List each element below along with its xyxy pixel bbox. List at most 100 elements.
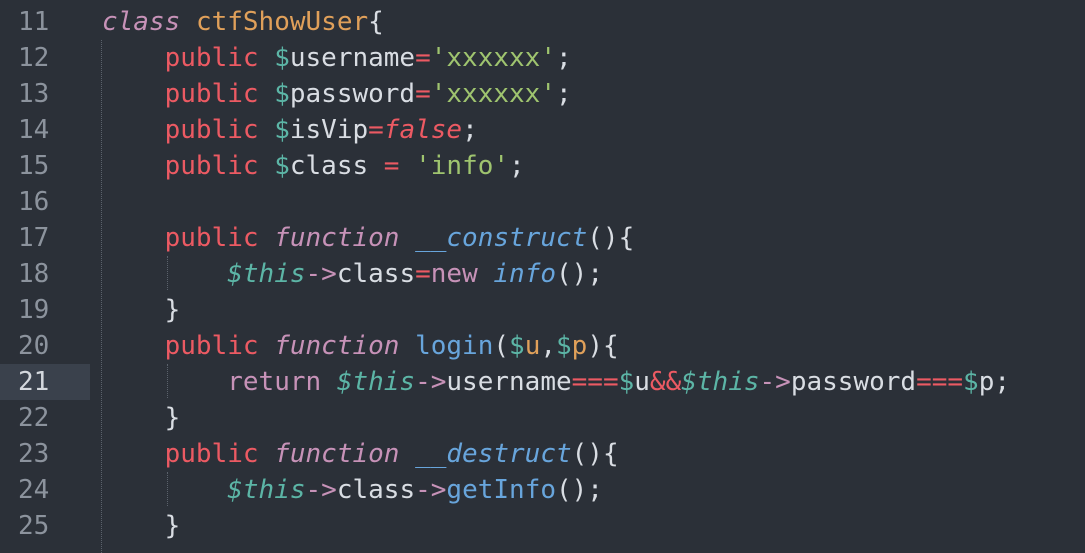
code-token: public [164,151,259,181]
code-token: p [571,331,588,361]
code-token: 'info' [415,151,510,181]
line-number: 13 [18,79,50,109]
code-line[interactable]: 17 public function __construct(){ [0,220,1085,256]
code-line[interactable]: 11 class ctfShowUser{ [0,4,1085,40]
code-token: public [164,439,259,469]
code-token: class [336,475,416,505]
line-number: 14 [18,115,50,145]
code-line[interactable]: 20 public function login($u,$p){ [0,328,1085,364]
code-editor[interactable]: 25 } 24 $this->class->getInfo(); 23 public… [0,0,1085,553]
code-token: login [415,331,494,361]
code-token: = [415,43,431,73]
code-token: function [274,331,400,361]
code-token: $ [274,43,290,73]
code-token: public [164,79,259,109]
code-line[interactable]: 19 } [0,292,1085,328]
code-line[interactable]: 16 [0,184,1085,220]
code-token: $this [227,259,306,289]
code-line[interactable]: 14 public $isVip=false; [0,112,1085,148]
code-token: class [102,7,181,37]
code-token: info [493,259,557,289]
code-token: public [164,115,259,145]
code-text: public function login($u,$p){ [102,328,619,364]
line-number: 12 [18,43,50,73]
code-token: = [383,151,400,181]
code-token: u [524,331,541,361]
code-line[interactable]: 24 $this->class->getInfo(); [0,472,1085,508]
code-line[interactable]: 15 public $class = 'info'; [0,148,1085,184]
code-token: ){ [587,331,619,361]
code-text: public function __destruct(){ [102,436,619,472]
code-token: ctfShowUser [195,7,369,37]
code-line[interactable]: 25 } [0,508,1085,544]
code-line[interactable]: 23 public function __destruct(){ [0,436,1085,472]
code-token: 'xxxxxx' [430,43,556,73]
code-token: -> [415,367,447,397]
line-number: 24 [18,475,50,505]
code-line[interactable]: 18 $this->class=new info(); [0,256,1085,292]
code-token: ; [994,367,1010,397]
indent-guide [167,256,168,290]
code-token: = [368,115,384,145]
code-token: false [383,115,463,145]
code-token: $ [274,115,290,145]
code-token: && [649,367,682,397]
code-token: = [415,259,431,289]
code-text: public $username='xxxxxx'; [102,40,572,76]
code-token: function [274,439,400,469]
code-token: -> [305,475,337,505]
code-text: } [102,292,181,328]
code-token: (); [556,259,603,289]
code-token: -> [415,475,447,505]
code-token: $this [681,367,760,397]
indent-guide [101,40,102,553]
code-token: { [368,7,384,37]
line-number: 16 [18,187,50,217]
code-token: } [164,511,181,541]
code-text: return $this->username===$u&&$this->pass… [102,364,1010,400]
code-line[interactable]: 22 } [0,400,1085,436]
code-line[interactable]: 12 public $username='xxxxxx'; [0,40,1085,76]
code-token: === [571,367,619,397]
code-token: function [274,223,400,253]
code-token: (); [556,475,603,505]
code-token: __construct [415,223,588,253]
code-token: , [540,331,556,361]
code-token: $this [336,367,416,397]
code-line[interactable]: 13 public $password='xxxxxx'; [0,76,1085,112]
code-token: __destruct [415,439,572,469]
code-token: ( [493,331,510,361]
code-token: class [289,151,369,181]
code-token: u [634,367,650,397]
code-token: $ [274,79,290,109]
code-token: $ [963,367,979,397]
code-token: = [415,79,431,109]
code-token: $ [274,151,290,181]
line-number: 21 [0,364,90,400]
code-token: $ [556,331,572,361]
line-number: 22 [18,403,50,433]
code-token: public [164,223,259,253]
code-line[interactable]: 21 return $this->username===$u&&$this->p… [0,364,1085,400]
